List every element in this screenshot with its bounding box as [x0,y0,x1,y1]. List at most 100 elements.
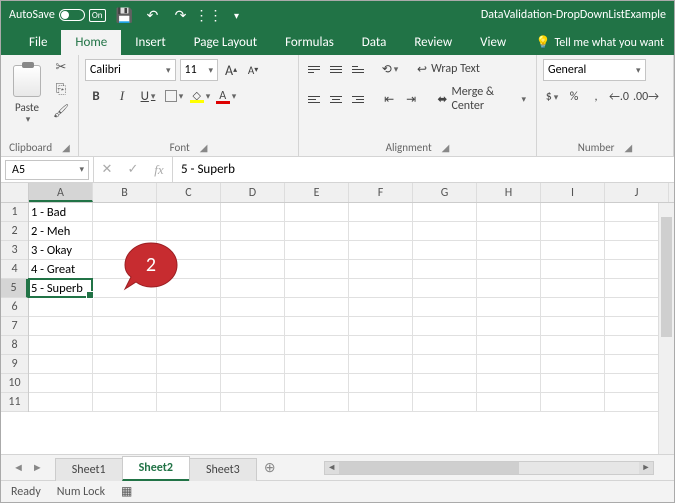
increase-decimal-button[interactable]: ←.0 [609,87,629,107]
cell-D10[interactable] [221,374,285,393]
tell-me[interactable]: 💡Tell me what you want [522,30,675,55]
bold-button[interactable]: B [85,85,107,107]
cell-E4[interactable] [285,260,349,279]
paste-button[interactable]: Paste ▾ [7,59,47,131]
cell-E2[interactable] [285,222,349,241]
cell-F11[interactable] [349,393,413,412]
col-header-I[interactable]: I [541,183,605,202]
cell-A6[interactable] [29,298,93,317]
row-header-7[interactable]: 7 [1,317,28,336]
cell-H5[interactable] [477,279,541,298]
cell-G10[interactable] [413,374,477,393]
sheet-tab-2[interactable]: Sheet2 [122,456,190,481]
cell-C1[interactable] [157,203,221,222]
comma-button[interactable]: , [587,87,605,107]
row-header-10[interactable]: 10 [1,374,28,393]
cell-G1[interactable] [413,203,477,222]
name-box-input[interactable] [6,163,66,177]
cell-E10[interactable] [285,374,349,393]
vertical-scrollbar[interactable] [658,203,674,454]
cell-F10[interactable] [349,374,413,393]
cell-I2[interactable] [541,222,605,241]
cell-H4[interactable] [477,260,541,279]
col-header-H[interactable]: H [477,183,541,202]
decrease-decimal-button[interactable]: .00→ [633,87,659,107]
cell-D3[interactable] [221,241,285,260]
cell-D6[interactable] [221,298,285,317]
row-header-1[interactable]: 1 [1,203,28,222]
cell-C7[interactable] [157,317,221,336]
formula-input[interactable] [172,157,674,182]
cell-C9[interactable] [157,355,221,374]
autosave-control[interactable]: AutoSave On [9,8,106,22]
tab-insert[interactable]: Insert [121,30,180,55]
cell-D2[interactable] [221,222,285,241]
cell-D5[interactable] [221,279,285,298]
cell-B8[interactable] [93,336,157,355]
row-header-8[interactable]: 8 [1,336,28,355]
cell-H1[interactable] [477,203,541,222]
undo-icon[interactable]: ↶ [146,8,160,22]
cell-G4[interactable] [413,260,477,279]
align-center-button[interactable] [327,89,345,109]
font-size-combo[interactable]: ▾ [180,59,219,81]
cell-G6[interactable] [413,298,477,317]
cell-B9[interactable] [93,355,157,374]
shrink-font-button[interactable]: A▾ [244,60,262,80]
cells[interactable]: 1 - Bad 2 - Meh 3 - Okay 4 - Great 5 - S… [29,203,674,454]
macro-record-icon[interactable]: ▦ [121,484,132,499]
row-header-3[interactable]: 3 [1,241,28,260]
cell-D8[interactable] [221,336,285,355]
orientation-button[interactable]: ⟲▾ [381,59,399,79]
save-icon[interactable]: 💾 [118,8,132,22]
alignment-dialog-launcher-icon[interactable]: ◢ [442,141,450,154]
cell-F4[interactable] [349,260,413,279]
cell-F6[interactable] [349,298,413,317]
cell-I3[interactable] [541,241,605,260]
cell-E7[interactable] [285,317,349,336]
cell-I8[interactable] [541,336,605,355]
name-box[interactable]: ▾ [5,160,89,180]
percent-button[interactable]: % [565,87,583,107]
cell-G5[interactable] [413,279,477,298]
copy-icon[interactable]: ⎘ [53,81,69,97]
cell-I6[interactable] [541,298,605,317]
sheet-tab-1[interactable]: Sheet1 [55,458,123,481]
number-format-combo[interactable]: ▾ [543,59,646,81]
cell-H8[interactable] [477,336,541,355]
font-family-input[interactable] [90,63,164,77]
merge-center-button[interactable]: ⬌Merge & Center▾ [433,85,530,113]
cell-I5[interactable] [541,279,605,298]
cell-E3[interactable] [285,241,349,260]
cell-C11[interactable] [157,393,221,412]
italic-button[interactable]: I [111,85,133,107]
cell-H7[interactable] [477,317,541,336]
row-header-6[interactable]: 6 [1,298,28,317]
cell-C8[interactable] [157,336,221,355]
cell-E6[interactable] [285,298,349,317]
cell-F3[interactable] [349,241,413,260]
row-header-11[interactable]: 11 [1,393,28,412]
underline-button[interactable]: U▾ [137,85,159,107]
cell-I7[interactable] [541,317,605,336]
col-header-J[interactable]: J [605,183,669,202]
tab-view[interactable]: View [466,30,520,55]
sheet-nav-prev-icon[interactable]: ◄ [13,461,24,474]
font-size-input[interactable] [185,63,207,77]
grow-font-button[interactable]: A▴ [222,60,240,80]
cell-I11[interactable] [541,393,605,412]
number-format-input[interactable] [548,63,634,77]
cell-A1[interactable]: 1 - Bad [29,203,93,222]
decrease-indent-button[interactable]: ⇤ [380,89,398,109]
align-left-button[interactable] [305,89,323,109]
col-header-F[interactable]: F [349,183,413,202]
select-all-corner[interactable] [1,183,29,203]
cell-D4[interactable] [221,260,285,279]
cell-D7[interactable] [221,317,285,336]
cell-E11[interactable] [285,393,349,412]
cell-F2[interactable] [349,222,413,241]
cell-B10[interactable] [93,374,157,393]
font-dialog-launcher-icon[interactable]: ◢ [200,141,208,154]
cell-A5[interactable]: 5 - Superb [29,279,93,298]
align-bottom-button[interactable] [349,59,367,79]
